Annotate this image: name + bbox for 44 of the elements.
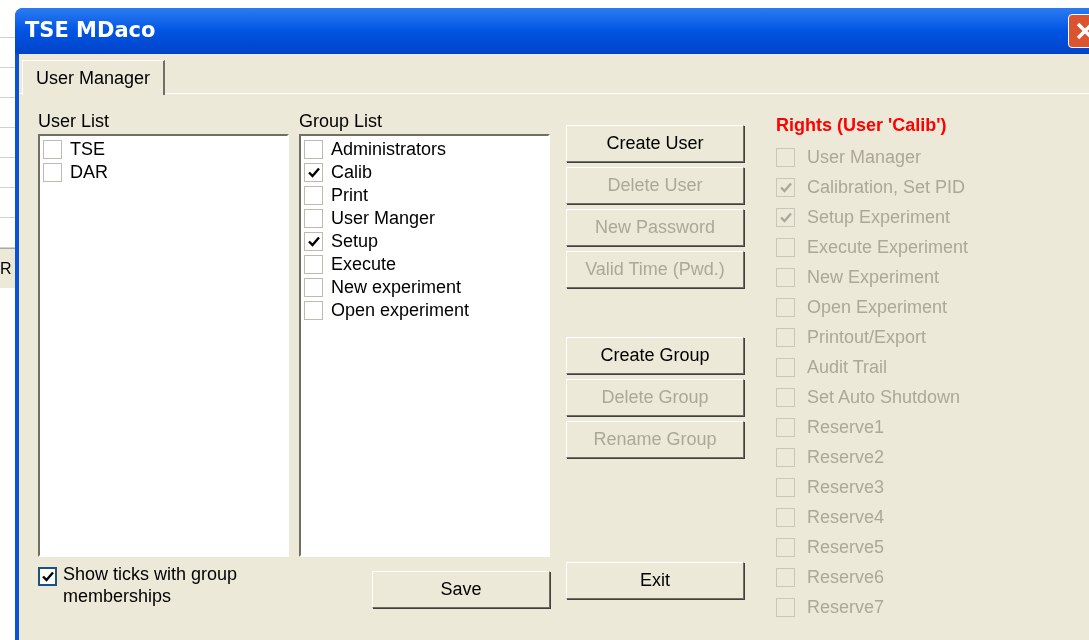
- checkbox[interactable]: [304, 278, 323, 297]
- right-label: Set Auto Shutdown: [807, 385, 961, 409]
- group-button[interactable]: Create Group: [566, 337, 744, 374]
- exit-button[interactable]: Exit: [566, 562, 744, 599]
- checkbox-label: Show ticks with group memberships: [63, 563, 239, 607]
- right-label: Setup Experiment: [807, 205, 951, 229]
- checkbox[interactable]: [43, 140, 62, 159]
- right-label: Reserve2: [807, 445, 885, 469]
- list-label: User List: [38, 110, 110, 133]
- right-label: Reserve7: [807, 595, 885, 619]
- user-button[interactable]: Create User: [566, 125, 744, 162]
- check-icon: [779, 211, 792, 223]
- right-label: Reserve6: [807, 565, 885, 589]
- checkbox[interactable]: [304, 186, 323, 205]
- checkbox[interactable]: [43, 163, 62, 182]
- right-label: Reserve5: [807, 535, 885, 559]
- sheet-button[interactable]: R: [0, 256, 12, 281]
- right-label: User Manager: [807, 145, 922, 169]
- checkbox[interactable]: [304, 232, 323, 251]
- right-label: Audit Trail: [807, 355, 888, 379]
- window-title: TSE MDaco: [25, 17, 156, 45]
- checkbox[interactable]: [304, 140, 323, 159]
- right-label: New Experiment: [807, 265, 940, 289]
- list-label: Group List: [299, 110, 384, 133]
- close-icon: [1075, 21, 1089, 41]
- right-label: Printout/Export: [807, 325, 927, 349]
- checkbox[interactable]: [304, 301, 323, 320]
- rights-title: Rights (User 'Calib'): [776, 114, 948, 137]
- checkbox[interactable]: [304, 255, 323, 274]
- right-label: Open Experiment: [807, 295, 948, 319]
- check-icon: [307, 167, 320, 178]
- tab[interactable]: User Manager: [22, 60, 166, 95]
- checkbox[interactable]: [304, 163, 323, 182]
- right-label: Reserve1: [807, 415, 885, 439]
- check-icon: [307, 236, 320, 247]
- right-label: Execute Experiment: [807, 235, 969, 259]
- check-icon: [779, 181, 792, 193]
- checkbox[interactable]: [38, 567, 57, 586]
- checkbox[interactable]: [304, 209, 323, 228]
- right-label: Calibration, Set PID: [807, 175, 966, 199]
- right-label: Reserve3: [807, 475, 885, 499]
- check-icon: [41, 571, 54, 582]
- save-button[interactable]: Save: [372, 571, 550, 608]
- right-label: Reserve4: [807, 505, 885, 529]
